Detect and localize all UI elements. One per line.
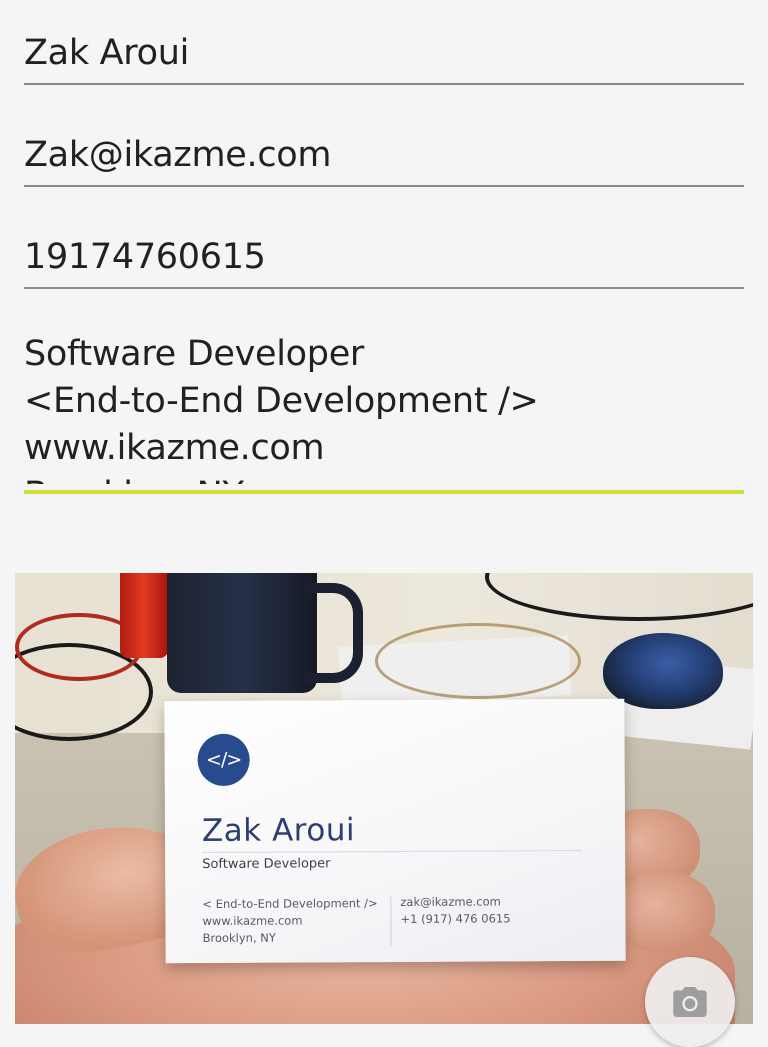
card-detail-line: www.ikazme.com [202,913,303,929]
email-field[interactable]: Zak@ikazme.com [24,132,744,187]
business-card: </> Zak Aroui Software Developer < End-t… [164,698,626,964]
card-name: Zak Aroui [201,812,356,850]
name-field[interactable]: Zak Aroui [24,30,744,85]
photo-twine [375,623,581,699]
photo-mug-handle [305,583,363,683]
phone-field-value: 19174760615 [24,237,266,277]
card-detail-line: < End-to-End Development /> [202,896,378,912]
notes-field-scroll-area[interactable]: Software Developer <End-to-End Developme… [24,331,744,484]
code-logo-icon: </> [197,733,250,787]
email-field-underline [24,185,744,187]
notes-line: Brooklyn, NY [24,472,744,484]
photo-finger [615,873,715,953]
card-divider-line [202,850,583,854]
captured-photo: </> Zak Aroui Software Developer < End-t… [15,573,753,1024]
notes-field[interactable]: Software Developer <End-to-End Developme… [24,331,744,496]
notes-line: Software Developer [24,334,365,374]
card-vertical-divider [390,896,392,947]
phone-field-underline [24,287,744,289]
name-field-underline [24,83,744,85]
notes-line: <End-to-End Development /> [24,381,539,421]
card-detail-line: Brooklyn, NY [202,930,276,946]
camera-icon [673,987,707,1017]
card-detail-line: zak@ikazme.com [400,894,501,909]
card-left-details: < End-to-End Development /> www.ikazme.c… [202,895,378,947]
photo-mouse [603,633,723,709]
name-field-value: Zak Aroui [24,33,190,73]
notes-line: www.ikazme.com [24,428,325,468]
photo-mug [167,573,317,693]
photo-red-object [120,573,168,658]
card-detail-line: +1 (917) 476 0615 [400,911,511,926]
card-right-details: zak@ikazme.com +1 (917) 476 0615 [400,893,510,928]
phone-field[interactable]: 19174760615 [24,234,744,289]
email-field-value: Zak@ikazme.com [24,135,332,175]
card-title: Software Developer [202,856,331,873]
notes-field-active-underline [24,490,744,494]
camera-button[interactable] [645,957,735,1047]
